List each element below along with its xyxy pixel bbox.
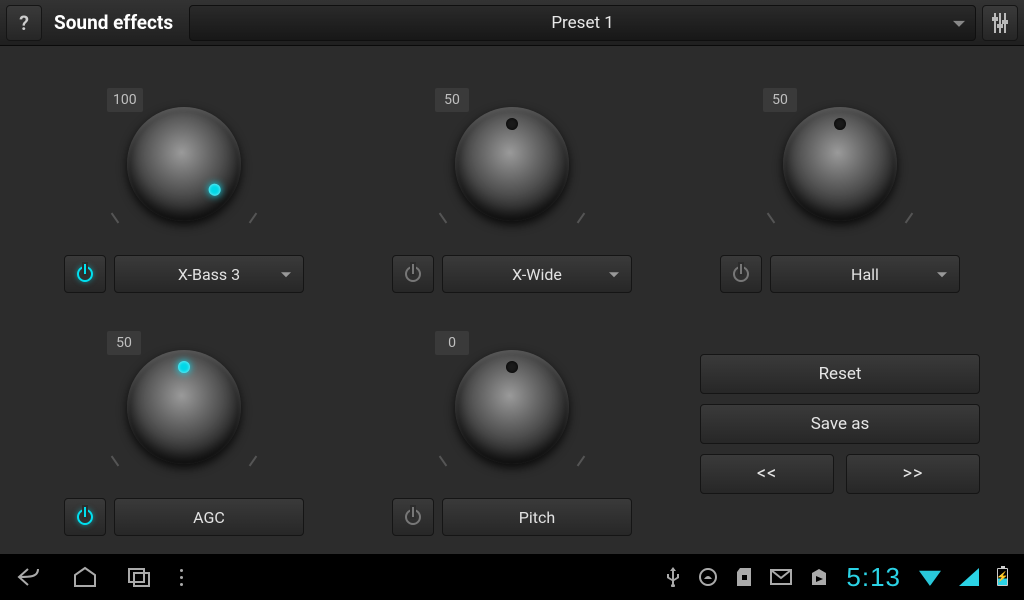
knob-xbass[interactable] [127, 107, 241, 221]
preset-dropdown[interactable]: Preset 1 [189, 5, 976, 41]
power-icon [77, 266, 93, 282]
knob-tick [249, 213, 258, 224]
mode-button-pitch[interactable]: Pitch [442, 498, 632, 536]
knob-reverb[interactable] [783, 107, 897, 221]
mode-label: X-Wide [512, 265, 562, 284]
value-badge: 100 [107, 88, 143, 112]
knob-area-reverb: 50 [745, 86, 935, 241]
prev-preset-button[interactable]: << [700, 454, 834, 494]
mode-label: AGC [193, 508, 225, 527]
power-icon [405, 509, 421, 525]
equalizer-button[interactable] [982, 5, 1018, 41]
power-icon [733, 266, 749, 282]
mode-select-xwide[interactable]: X-Wide [442, 255, 632, 293]
knob-pitch[interactable] [455, 350, 569, 464]
knob-indicator [506, 361, 518, 373]
knob-indicator [206, 181, 223, 198]
home-icon[interactable] [72, 566, 98, 588]
usb-icon [666, 567, 680, 587]
module-xbass: 100 X-Bass 3 [40, 74, 328, 293]
knob-tick [577, 213, 586, 224]
knob-tick [767, 213, 776, 224]
knob-tick [439, 456, 448, 467]
cell-signal-icon [959, 568, 979, 586]
module-reverb: 50 Hall [696, 74, 984, 293]
power-icon [405, 266, 421, 282]
value-badge: 50 [107, 331, 141, 355]
knob-tick [249, 456, 258, 467]
knob-indicator [178, 361, 190, 373]
power-toggle-xbass[interactable] [64, 255, 106, 293]
chevron-down-icon [937, 272, 947, 277]
status-clock: 5:13 [846, 562, 901, 593]
next-preset-button[interactable]: >> [846, 454, 980, 494]
value-badge: 50 [763, 88, 797, 112]
knob-indicator [834, 118, 846, 130]
power-icon [77, 509, 93, 525]
knob-indicator [506, 118, 518, 130]
page-title: Sound effects [48, 11, 183, 34]
battery-icon: ⚡ [997, 568, 1008, 586]
help-button[interactable]: ? [6, 5, 42, 41]
mode-select-xbass[interactable]: X-Bass 3 [114, 255, 304, 293]
system-bar: 5:13 ⚡ [0, 554, 1024, 600]
back-icon[interactable] [16, 566, 44, 588]
knob-tick [111, 213, 120, 224]
power-toggle-xwide[interactable] [392, 255, 434, 293]
mode-label: Hall [851, 265, 879, 284]
mode-label: X-Bass 3 [178, 265, 240, 284]
reset-button[interactable]: Reset [700, 354, 980, 394]
effects-grid: 100 X-Bass 3 50 X-Wi [0, 46, 1024, 554]
chevron-down-icon [281, 272, 291, 277]
recents-icon[interactable] [126, 566, 152, 588]
play-store-icon [810, 567, 828, 587]
mode-button-agc[interactable]: AGC [114, 498, 304, 536]
menu-icon[interactable] [180, 569, 183, 586]
knob-tick [905, 213, 914, 224]
app-notif-icon [698, 567, 718, 587]
header-bar: ? Sound effects Preset 1 [0, 0, 1024, 46]
knob-area-xwide: 50 [417, 86, 607, 241]
knob-tick [111, 456, 120, 467]
knob-tick [577, 456, 586, 467]
power-toggle-agc[interactable] [64, 498, 106, 536]
value-badge: 0 [435, 331, 469, 355]
sd-card-icon [736, 567, 752, 587]
chevron-down-icon [953, 20, 965, 26]
power-toggle-reverb[interactable] [720, 255, 762, 293]
module-agc: 50 AGC [40, 317, 328, 536]
value-badge: 50 [435, 88, 469, 112]
preset-label: Preset 1 [551, 13, 613, 33]
module-pitch: 0 Pitch [368, 317, 656, 536]
knob-area-xbass: 100 [89, 86, 279, 241]
power-toggle-pitch[interactable] [392, 498, 434, 536]
knob-xwide[interactable] [455, 107, 569, 221]
mode-select-reverb[interactable]: Hall [770, 255, 960, 293]
module-xwide: 50 X-Wide [368, 74, 656, 293]
preset-actions: Reset Save as << >> [696, 317, 984, 536]
chevron-down-icon [609, 272, 619, 277]
mode-label: Pitch [519, 508, 555, 527]
knob-area-pitch: 0 [417, 329, 607, 484]
wifi-icon [919, 568, 941, 586]
knob-agc[interactable] [127, 350, 241, 464]
knob-tick [439, 213, 448, 224]
knob-area-agc: 50 [89, 329, 279, 484]
gmail-icon [770, 569, 792, 585]
sliders-icon [994, 13, 1006, 33]
save-as-button[interactable]: Save as [700, 404, 980, 444]
